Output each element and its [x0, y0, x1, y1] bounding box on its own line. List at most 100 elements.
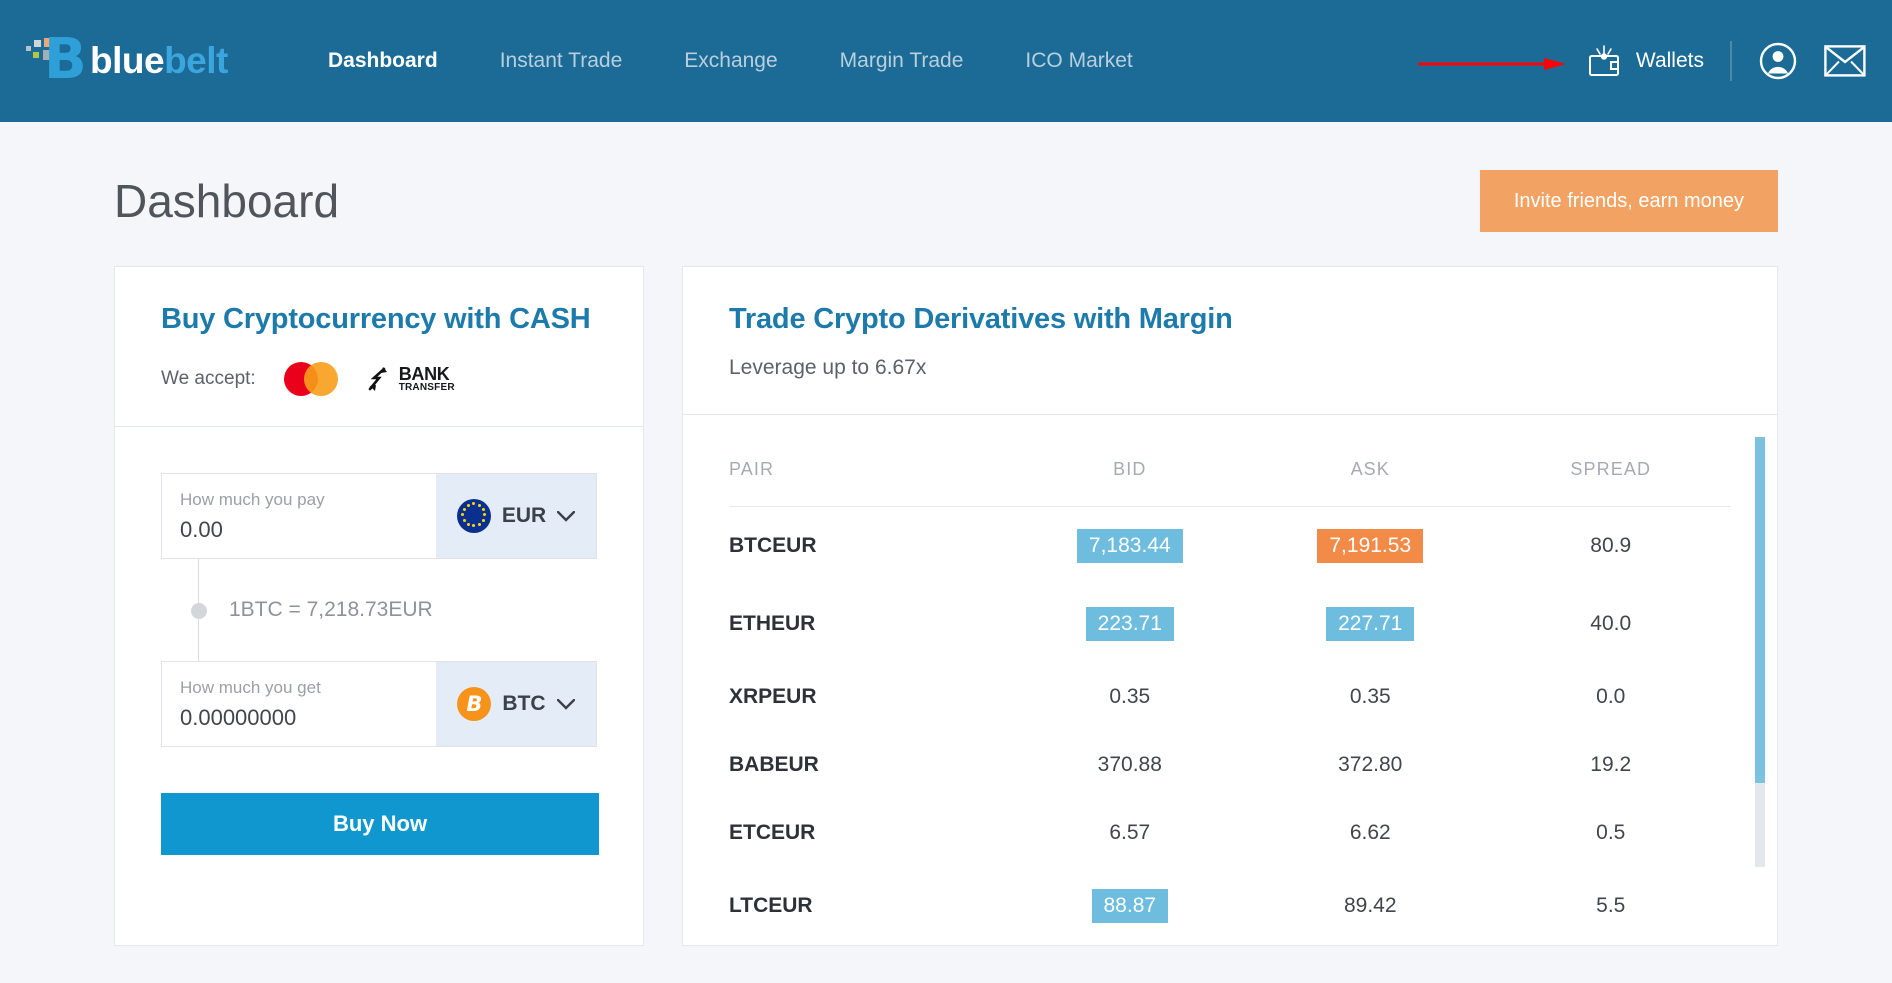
- cell-ask: 6.62: [1349, 821, 1391, 844]
- bank-transfer-line1: BANK: [398, 364, 450, 384]
- wallets-label: Wallets: [1635, 49, 1704, 72]
- cell-ask-chip: 7,191.53: [1317, 529, 1424, 563]
- pay-input-label: How much you pay: [180, 489, 325, 509]
- pay-input-value: 0.00: [180, 516, 223, 542]
- cell-bid: 370.88: [1097, 753, 1162, 776]
- pay-currency-selector[interactable]: EUR: [436, 474, 596, 558]
- eu-flag-icon: [456, 499, 491, 533]
- header-actions: Wallets: [1586, 41, 1892, 81]
- transfer-arrows-icon: [368, 367, 387, 391]
- pay-input[interactable]: How much you pay 0.00: [162, 474, 436, 558]
- bank-transfer-line2: TRANSFER: [398, 382, 455, 393]
- cell-pair: ETCEUR: [729, 821, 816, 844]
- market-table-wrapper: PAIR BID ASK SPREAD BTCEUR 7,183.44 7,191.…: [683, 415, 1777, 945]
- table-row[interactable]: BTCEUR 7,183.44 7,191.53 80.9: [729, 507, 1731, 586]
- main-nav: Dashboard Instant Trade Exchange Margin …: [328, 49, 1133, 73]
- logo-text-blue: blue: [90, 40, 165, 81]
- column-header-pair[interactable]: PAIR: [729, 459, 1010, 507]
- account-button[interactable]: [1758, 41, 1798, 81]
- cell-bid: 7,183.44: [1010, 507, 1250, 586]
- buy-crypto-card: Buy Cryptocurrency with CASH We accept:: [114, 266, 644, 946]
- cell-spread: 80.9: [1590, 534, 1632, 557]
- table-row[interactable]: XRPEUR 0.35 0.35 0.0: [729, 663, 1731, 731]
- cell-ask: 227.71: [1250, 585, 1490, 663]
- margin-trade-title: Trade Crypto Derivatives with Margin: [729, 303, 1233, 335]
- chevron-down-icon: [557, 510, 576, 522]
- chevron-down-icon: [556, 698, 575, 710]
- column-header-bid[interactable]: BID: [1009, 459, 1251, 507]
- red-arrow-annotation: [1418, 58, 1566, 70]
- accepted-payments-row: We accept: BANK TRANSFER: [161, 362, 597, 396]
- cell-bid: 6.57: [1109, 821, 1151, 844]
- table-row[interactable]: LTCEUR 88.87 89.42 5.5: [729, 867, 1731, 945]
- pay-field-row: How much you pay 0.00 EUR: [161, 473, 597, 559]
- wallet-icon: [1588, 45, 1619, 76]
- margin-trade-card: Trade Crypto Derivatives with Margin Lev…: [682, 266, 1778, 946]
- table-row[interactable]: ETHEUR 223.71 227.71 40.0: [729, 585, 1731, 663]
- column-header-ask[interactable]: ASK: [1250, 459, 1491, 507]
- buy-crypto-form: How much you pay 0.00 EUR 1BTC = 7,218.7…: [115, 427, 643, 747]
- get-field-row: How much you get 0.00000000 B BTC: [161, 661, 597, 747]
- messages-button[interactable]: [1824, 45, 1866, 77]
- cell-spread: 0.0: [1596, 685, 1626, 708]
- cell-ask: 372.80: [1338, 753, 1403, 776]
- logo-text: bluebelt: [90, 40, 228, 82]
- page-content: Dashboard Invite friends, earn money Buy…: [0, 122, 1892, 946]
- cell-spread: 19.2: [1590, 753, 1632, 776]
- invite-friends-button[interactable]: Invite friends, earn money: [1479, 170, 1778, 232]
- margin-trade-subtitle: Leverage up to 6.67x: [729, 356, 927, 379]
- table-scrollbar-thumb[interactable]: [1755, 437, 1765, 783]
- cell-bid: 223.71: [1010, 585, 1250, 663]
- buy-crypto-title: Buy Cryptocurrency with CASH: [161, 303, 591, 335]
- margin-trade-card-header: Trade Crypto Derivatives with Margin Lev…: [683, 267, 1777, 414]
- nav-item-dashboard[interactable]: Dashboard: [328, 49, 438, 73]
- mastercard-icon: [283, 362, 338, 396]
- user-avatar-icon: [1759, 42, 1797, 80]
- market-table-body: BTCEUR 7,183.44 7,191.53 80.9 ETHEUR 223.71 22…: [729, 507, 1731, 946]
- wallets-button[interactable]: Wallets: [1586, 43, 1704, 79]
- nav-item-ico-market[interactable]: ICO Market: [1025, 49, 1132, 73]
- table-row[interactable]: ETCEUR 6.57 6.62 0.5: [729, 799, 1731, 867]
- bank-transfer-icon: BANK TRANSFER: [366, 365, 455, 393]
- header-divider: [1730, 41, 1732, 81]
- nav-item-instant-trade[interactable]: Instant Trade: [500, 49, 623, 73]
- market-table: PAIR BID ASK SPREAD BTCEUR 7,183.44 7,191.…: [729, 459, 1731, 945]
- nav-item-margin-trade[interactable]: Margin Trade: [840, 49, 964, 73]
- cell-pair: LTCEUR: [729, 894, 813, 917]
- nav-item-exchange[interactable]: Exchange: [684, 49, 777, 73]
- get-input-value: 0.00000000: [180, 704, 297, 730]
- we-accept-label: We accept:: [161, 368, 256, 389]
- cell-bid-chip: 223.71: [1085, 607, 1174, 641]
- cell-ask: 0.35: [1349, 685, 1391, 708]
- bluebelt-logo-icon: B: [24, 32, 87, 90]
- envelope-icon: [1824, 45, 1866, 77]
- cell-bid: 0.35: [1109, 685, 1151, 708]
- cell-bid: 88.87: [1010, 867, 1250, 945]
- cell-pair: BTCEUR: [729, 534, 817, 557]
- get-currency-code: BTC: [502, 692, 546, 715]
- cell-pair: ETHEUR: [729, 612, 816, 635]
- cell-spread: 0.5: [1596, 821, 1626, 844]
- column-header-spread[interactable]: SPREAD: [1490, 459, 1731, 507]
- page-header: Dashboard Invite friends, earn money: [114, 122, 1778, 244]
- buy-crypto-card-header: Buy Cryptocurrency with CASH We accept:: [115, 267, 643, 426]
- buy-now-button[interactable]: Buy Now: [161, 793, 599, 855]
- exchange-rate-row: 1BTC = 7,218.73EUR: [161, 557, 597, 675]
- pay-currency-code: EUR: [501, 504, 547, 527]
- cell-spread: 5.5: [1596, 894, 1626, 917]
- table-row[interactable]: BABEUR 370.88 372.80 19.2: [729, 731, 1731, 799]
- cell-bid-chip: 88.87: [1091, 889, 1169, 923]
- cell-bid-chip: 7,183.44: [1076, 529, 1183, 563]
- cell-ask-chip: 227.71: [1326, 607, 1415, 641]
- rate-connector-dot: [191, 603, 207, 619]
- logo-text-belt: belt: [164, 40, 228, 81]
- dashboard-cards: Buy Cryptocurrency with CASH We accept:: [114, 266, 1778, 946]
- get-currency-selector[interactable]: B BTC: [436, 662, 596, 746]
- table-scrollbar[interactable]: [1755, 437, 1765, 867]
- logo[interactable]: B bluebelt: [24, 32, 274, 90]
- get-input[interactable]: How much you get 0.00000000: [162, 662, 436, 746]
- exchange-rate-text: 1BTC = 7,218.73EUR: [229, 598, 433, 621]
- page-title: Dashboard: [114, 175, 340, 227]
- cell-ask: 89.42: [1343, 894, 1397, 917]
- top-navigation-bar: B bluebelt Dashboard Instant Trade Excha…: [0, 0, 1892, 122]
